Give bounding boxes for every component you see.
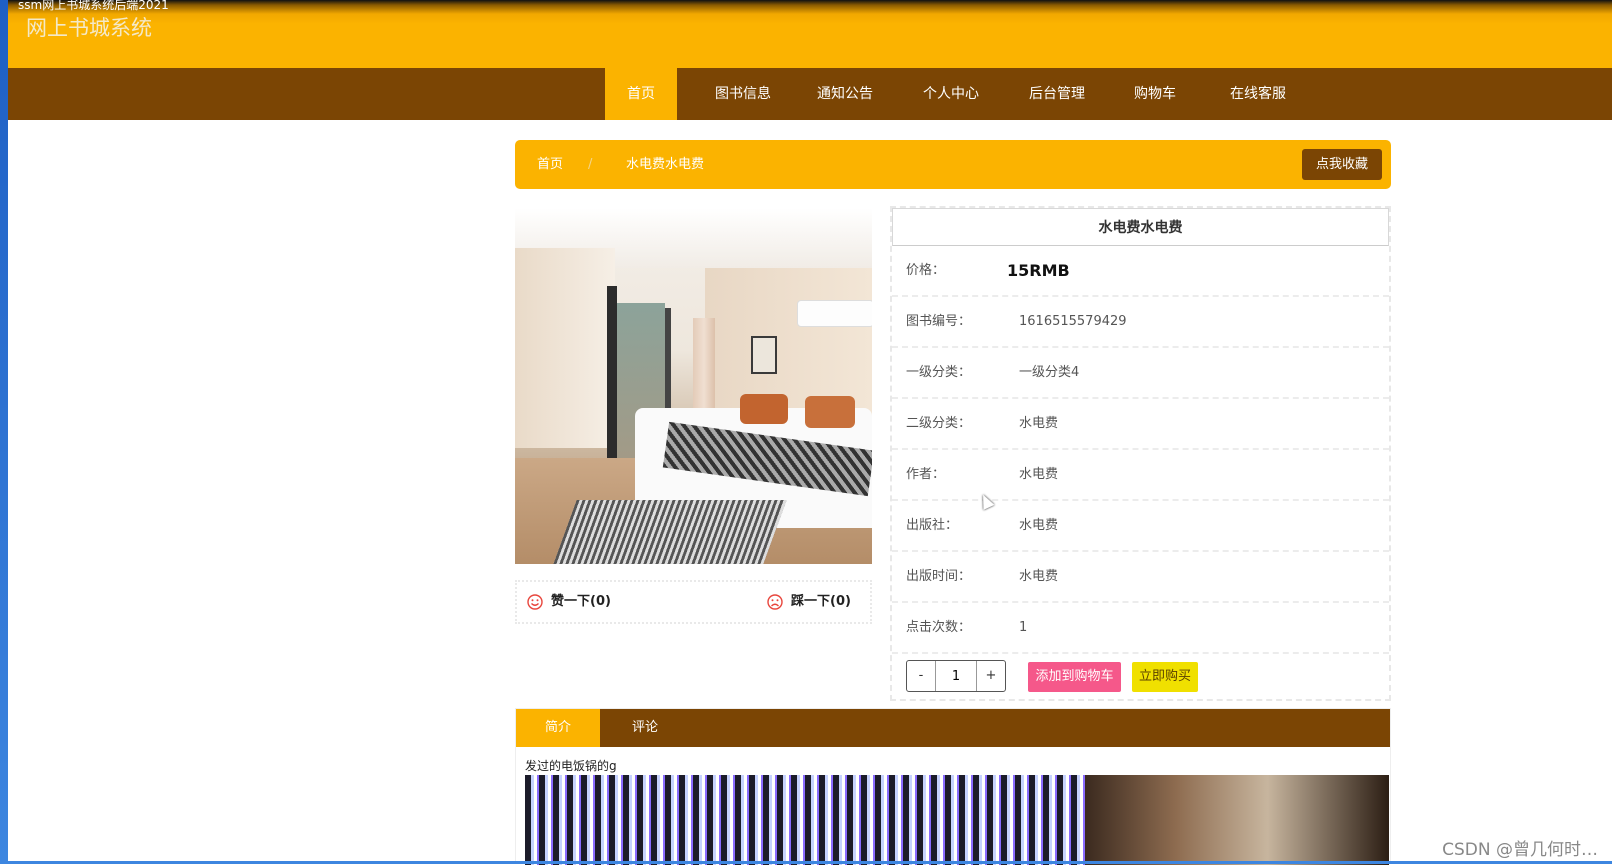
breadcrumb-current: 水电费水电费 xyxy=(626,157,705,172)
detail-row-category1: 一级分类： 一级分类4 xyxy=(892,348,1389,399)
breadcrumb-home[interactable]: 首页 xyxy=(537,140,563,189)
nav-item-profile[interactable]: 个人中心 xyxy=(901,68,1001,120)
site-title: 网上书城系统 xyxy=(26,16,152,40)
tab-comments[interactable]: 评论 xyxy=(600,709,690,747)
nav-item-admin[interactable]: 后台管理 xyxy=(1007,68,1107,120)
detail-label: 一级分类： xyxy=(906,365,972,380)
desktop-edge xyxy=(0,0,8,864)
detail-value: 水电费 xyxy=(1019,518,1059,533)
detail-row-publisher: 出版社： 水电费 xyxy=(892,501,1389,552)
nav-item-home[interactable]: 首页 xyxy=(605,68,677,120)
buy-now-button[interactable]: 立即购买 xyxy=(1132,662,1198,692)
breadcrumb-separator: / xyxy=(588,157,593,172)
detail-value: 1 xyxy=(1019,620,1028,635)
quantity-stepper: - + xyxy=(906,660,1006,692)
detail-label: 二级分类： xyxy=(906,416,972,431)
intro-text: 发过的电饭锅的g xyxy=(525,759,617,773)
quantity-increase-button[interactable]: + xyxy=(976,661,1005,691)
detail-value: 一级分类4 xyxy=(1019,365,1080,380)
detail-row-price: 价格： 15RMB xyxy=(892,246,1389,297)
smiley-icon xyxy=(527,593,543,610)
nav-item-support[interactable]: 在线客服 xyxy=(1208,68,1308,120)
sad-face-icon xyxy=(767,593,783,610)
product-title: 水电费水电费 xyxy=(892,208,1389,246)
detail-row-book-id: 图书编号： 1616515579429 xyxy=(892,297,1389,348)
detail-value: 水电费 xyxy=(1019,467,1059,482)
detail-value: 水电费 xyxy=(1019,416,1059,431)
dislike-button[interactable]: 踩一下(0) xyxy=(767,582,851,622)
detail-row-clicks: 点击次数： 1 xyxy=(892,603,1389,654)
product-image xyxy=(515,208,872,564)
nav-item-notices[interactable]: 通知公告 xyxy=(795,68,895,120)
detail-label: 出版时间： xyxy=(906,569,972,584)
quantity-decrease-button[interactable]: - xyxy=(907,661,936,691)
detail-label: 价格： xyxy=(906,263,946,278)
detail-row-publish-date: 出版时间： 水电费 xyxy=(892,552,1389,603)
collect-button[interactable]: 点我收藏 xyxy=(1302,149,1382,180)
like-label: 赞一下(0) xyxy=(551,594,611,609)
detail-label: 作者： xyxy=(906,467,946,482)
tabs-bar: 简介 评论 xyxy=(516,709,1390,747)
detail-row-author: 作者： 水电费 xyxy=(892,450,1389,501)
nav-item-books[interactable]: 图书信息 xyxy=(693,68,793,120)
dislike-label: 踩一下(0) xyxy=(791,594,851,609)
breadcrumb: 首页 / 水电费水电费 点我收藏 xyxy=(515,140,1391,189)
detail-value: 水电费 xyxy=(1019,569,1059,584)
add-to-cart-button[interactable]: 添加到购物车 xyxy=(1028,662,1121,692)
detail-label: 出版社： xyxy=(906,518,959,533)
nav-item-cart[interactable]: 购物车 xyxy=(1109,68,1201,120)
detail-label: 图书编号： xyxy=(906,314,972,329)
intro-image xyxy=(525,775,1389,865)
tab-intro[interactable]: 简介 xyxy=(516,709,600,747)
price-value: 15RMB xyxy=(1007,261,1070,280)
like-button[interactable]: 赞一下(0) xyxy=(527,582,611,622)
main-nav: 首页 图书信息 通知公告 个人中心 后台管理 购物车 在线客服 xyxy=(8,68,1612,120)
vote-bar: 赞一下(0) 踩一下(0) xyxy=(515,580,872,624)
watermark: CSDN @曾几何时… xyxy=(1442,840,1598,860)
detail-row-category2: 二级分类： 水电费 xyxy=(892,399,1389,450)
info-tabs-panel: 简介 评论 发过的电饭锅的g xyxy=(515,708,1391,865)
detail-label: 点击次数： xyxy=(906,620,972,635)
detail-value: 1616515579429 xyxy=(1019,314,1127,329)
site-header: ssm网上书城系统后端2021 网上书城系统 xyxy=(8,0,1612,68)
product-detail-panel: 水电费水电费 价格： 15RMB 图书编号： 1616515579429 一级分… xyxy=(890,206,1391,701)
quantity-input[interactable] xyxy=(936,661,976,691)
